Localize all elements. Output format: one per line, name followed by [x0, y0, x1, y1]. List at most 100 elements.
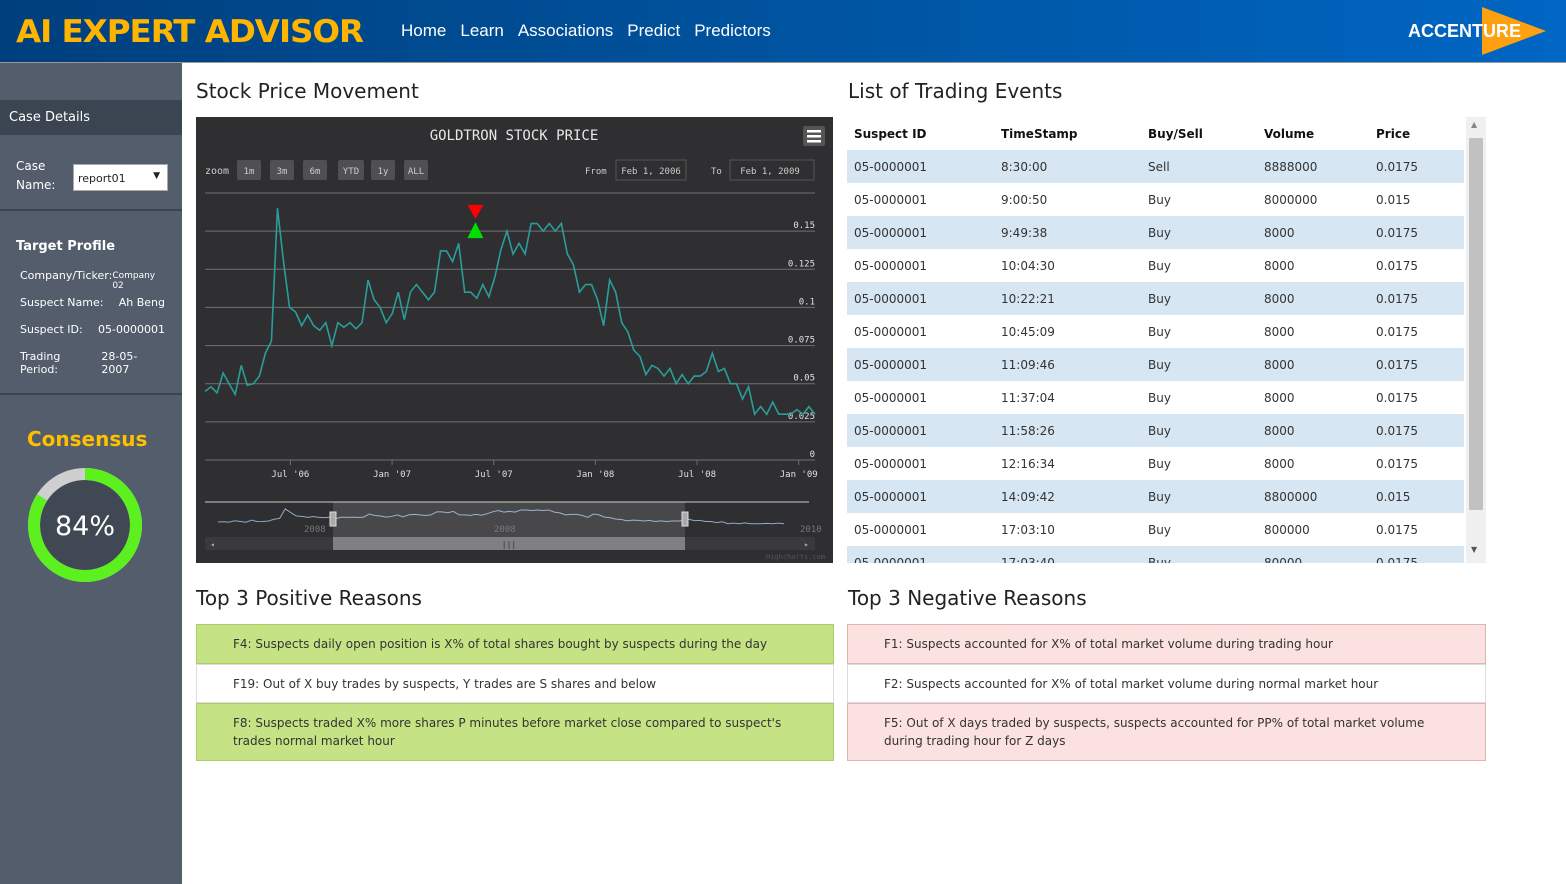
chart-menu-icon[interactable] — [803, 126, 825, 146]
scroll-right-icon[interactable]: ▸ — [804, 540, 809, 549]
cell-price: 0.0175 — [1376, 159, 1418, 174]
nav-associations[interactable]: Associations — [518, 21, 613, 41]
consensus-value: 84% — [55, 511, 115, 542]
cell-timestamp: 14:09:42 — [1001, 489, 1055, 504]
cell-buy-sell: Buy — [1148, 225, 1171, 240]
col-suspect-id[interactable]: Suspect ID — [847, 127, 994, 141]
divider — [0, 393, 182, 395]
positive-reason: F4: Suspects daily open position is X% o… — [196, 624, 834, 664]
navigator-label: 2008 — [304, 525, 326, 535]
table-row[interactable]: 05-0000001 10:22:21 Buy 8000 0.0175 — [847, 282, 1464, 315]
y-tick-label: 0.15 — [793, 221, 815, 231]
positive-heading: Top 3 Positive Reasons — [196, 586, 422, 610]
cell-volume: 80000 — [1264, 555, 1303, 564]
chart-credits[interactable]: Highcharts.com — [766, 553, 825, 561]
table-row[interactable]: 05-0000001 17:03:40 Buy 80000 0.0175 — [847, 546, 1464, 563]
scroll-left-icon[interactable]: ◂ — [210, 540, 215, 549]
consensus-label: Consensus — [27, 427, 148, 451]
profile-trading-period: Trading Period: 28-05-2007 — [20, 350, 165, 376]
cell-buy-sell: Buy — [1148, 489, 1171, 504]
scroll-down-icon[interactable]: ▼ — [1471, 545, 1477, 554]
y-tick-label: 0 — [810, 450, 815, 460]
table-row[interactable]: 05-0000001 14:09:42 Buy 8800000 0.015 — [847, 480, 1464, 513]
zoom-button-ytd[interactable]: YTD — [338, 160, 364, 180]
cell-timestamp: 10:04:30 — [1001, 258, 1055, 273]
table-row[interactable]: 05-0000001 11:58:26 Buy 8000 0.0175 — [847, 414, 1464, 447]
cell-suspect-id: 05-0000001 — [854, 159, 928, 174]
cell-suspect-id: 05-0000001 — [854, 225, 928, 240]
zoom-button-1y[interactable]: 1y — [371, 160, 395, 180]
table-row[interactable]: 05-0000001 9:49:38 Buy 8000 0.0175 — [847, 216, 1464, 249]
cell-price: 0.0175 — [1376, 555, 1418, 564]
col-price[interactable]: Price — [1369, 127, 1459, 141]
nav-home[interactable]: Home — [401, 21, 446, 41]
cell-suspect-id: 05-0000001 — [854, 423, 928, 438]
cell-price: 0.0175 — [1376, 324, 1418, 339]
cell-buy-sell: Buy — [1148, 357, 1171, 372]
sidebar: Case Details Case Name: report01 ▼ Target… — [0, 63, 182, 884]
target-profile-heading: Target Profile — [16, 239, 116, 254]
cell-volume: 8000 — [1264, 225, 1295, 240]
chevron-down-icon: ▼ — [153, 171, 160, 181]
case-name-select[interactable]: report01 ▼ — [73, 164, 168, 191]
from-label: From — [585, 167, 607, 177]
cell-suspect-id: 05-0000001 — [854, 456, 928, 471]
cell-price: 0.015 — [1376, 489, 1411, 504]
cell-buy-sell: Buy — [1148, 555, 1171, 564]
negative-reason: F5: Out of X days traded by suspects, su… — [847, 703, 1486, 761]
table-row[interactable]: 05-0000001 10:45:09 Buy 8000 0.0175 — [847, 315, 1464, 348]
nav-predictors[interactable]: Predictors — [694, 21, 771, 41]
consensus-donut: 84% — [28, 468, 142, 582]
negative-reason: F2: Suspects accounted for X% of total m… — [847, 664, 1486, 703]
cell-suspect-id: 05-0000001 — [854, 522, 928, 537]
profile-suspect-name: Suspect Name: Ah Beng — [20, 296, 165, 309]
navigator-label: 2008 — [494, 525, 516, 535]
zoom-button-1m[interactable]: 1m — [237, 160, 261, 180]
value: Company 02 — [112, 271, 156, 291]
nav-learn[interactable]: Learn — [460, 21, 503, 41]
cell-volume: 8000000 — [1264, 192, 1318, 207]
from-date-value: Feb 1, 2006 — [621, 167, 681, 177]
cell-price: 0.0175 — [1376, 357, 1418, 372]
table-scrollbar[interactable]: ▲ ▼ — [1466, 117, 1486, 563]
cell-price: 0.0175 — [1376, 225, 1418, 240]
cell-suspect-id: 05-0000001 — [854, 192, 928, 207]
zoom-button-6m[interactable]: 6m — [303, 160, 327, 180]
table-row[interactable]: 05-0000001 11:09:46 Buy 8000 0.0175 — [847, 348, 1464, 381]
zoom-button-all[interactable]: ALL — [404, 160, 428, 180]
value: 28-05-2007 — [101, 350, 138, 376]
to-label: To — [711, 167, 722, 177]
navigator-handle[interactable] — [681, 511, 689, 527]
cell-buy-sell: Buy — [1148, 291, 1171, 306]
sell-marker-icon[interactable] — [467, 204, 484, 219]
grip-icon: ||| — [502, 540, 516, 549]
label: Suspect Name: — [20, 296, 104, 309]
cell-volume: 8000 — [1264, 456, 1295, 471]
table-row[interactable]: 05-0000001 12:16:34 Buy 8000 0.0175 — [847, 447, 1464, 480]
cell-price: 0.015 — [1376, 192, 1411, 207]
cell-suspect-id: 05-0000001 — [854, 324, 928, 339]
app-logo[interactable]: AI EXPERT ADVISOR — [16, 14, 364, 50]
chart-title: GOLDTRON STOCK PRICE — [430, 128, 599, 144]
buy-marker-icon[interactable] — [467, 222, 484, 239]
cell-price: 0.0175 — [1376, 456, 1418, 471]
scroll-thumb[interactable] — [1469, 138, 1483, 510]
table-row[interactable]: 05-0000001 11:37:04 Buy 8000 0.0175 — [847, 381, 1464, 414]
col-timestamp[interactable]: TimeStamp — [994, 127, 1141, 141]
nav-predict[interactable]: Predict — [627, 21, 680, 41]
table-row[interactable]: 05-0000001 17:03:10 Buy 800000 0.0175 — [847, 513, 1464, 546]
zoom-button-3m[interactable]: 3m — [270, 160, 294, 180]
scroll-up-icon[interactable]: ▲ — [1471, 120, 1477, 129]
cell-price: 0.0175 — [1376, 522, 1418, 537]
cell-timestamp: 11:09:46 — [1001, 357, 1055, 372]
col-buy-sell[interactable]: Buy/Sell — [1141, 127, 1257, 141]
table-row[interactable]: 05-0000001 8:30:00 Sell 8888000 0.0175 — [847, 150, 1464, 183]
cell-timestamp: 17:03:40 — [1001, 555, 1055, 564]
navigator-handle[interactable] — [329, 511, 337, 527]
col-volume[interactable]: Volume — [1257, 127, 1369, 141]
table-row[interactable]: 05-0000001 10:04:30 Buy 8000 0.0175 — [847, 249, 1464, 282]
table-row[interactable]: 05-0000001 9:00:50 Buy 8000000 0.015 — [847, 183, 1464, 216]
zoom-label: zoom — [205, 166, 229, 177]
cell-volume: 800000 — [1264, 522, 1310, 537]
cell-buy-sell: Buy — [1148, 324, 1171, 339]
